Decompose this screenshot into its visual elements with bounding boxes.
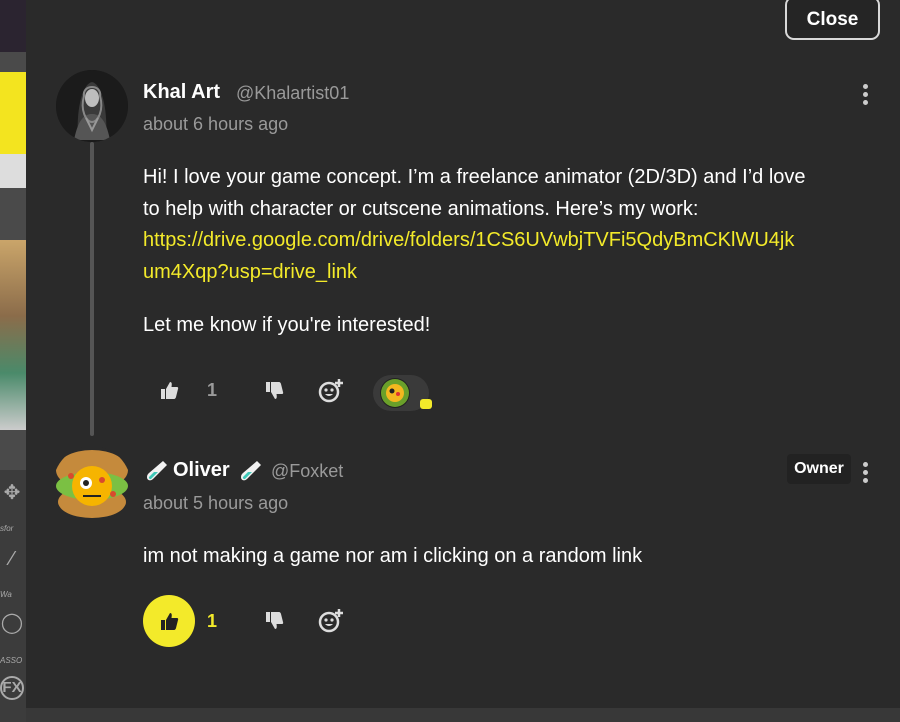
bg-yellow-thumbnail <box>0 72 26 154</box>
tool-label: ASSO <box>0 656 23 665</box>
thumbs-down-icon[interactable] <box>261 608 287 634</box>
lasso-tool-icon: ◯ <box>0 612 24 634</box>
chat-bubble-icon <box>420 399 432 409</box>
comment-line: to help with character or cutscene anima… <box>143 197 699 220</box>
author-handle[interactable]: @Khalartist01 <box>236 83 349 104</box>
wand-tool-icon: ⁄ <box>10 548 14 570</box>
tool-label: sfor <box>0 524 14 533</box>
tool-label: Wa <box>0 590 12 599</box>
comment-body-closing: Let me know if you're interested! <box>143 314 431 336</box>
author-name[interactable]: Khal Art <box>143 81 220 104</box>
bg-gray-block <box>0 154 26 188</box>
more-options-icon[interactable] <box>860 84 870 108</box>
comment-timestamp: about 6 hours ago <box>143 114 289 134</box>
oliver-avatar-image <box>56 450 128 518</box>
comment-body: Hi! I love your game concept. I’m a free… <box>143 162 806 288</box>
test-tube-icon <box>145 459 173 485</box>
move-tool-icon: ✥ <box>3 482 21 504</box>
modal-footer-bar <box>26 708 900 722</box>
more-options-icon[interactable] <box>860 462 870 486</box>
avatar[interactable] <box>56 70 128 142</box>
background-app-strip: ✥ sfor ⁄ Wa ◯ ASSO FX <box>0 0 26 722</box>
thumbs-up-button-active[interactable] <box>143 595 195 647</box>
thumbs-up-icon[interactable] <box>156 377 182 403</box>
khal-art-avatar-image <box>56 70 128 142</box>
thumbs-down-icon[interactable] <box>261 378 287 404</box>
reply-indicator[interactable] <box>373 375 432 411</box>
fx-label: FX <box>2 679 22 696</box>
reply-avatar <box>380 378 410 408</box>
bg-top-block <box>0 0 26 52</box>
like-count: 1 <box>207 611 218 631</box>
add-reaction-icon[interactable] <box>317 607 345 635</box>
comment-body: im not making a game nor am i clicking o… <box>143 545 643 567</box>
bg-toolbar: ✥ sfor ⁄ Wa ◯ ASSO FX <box>0 470 26 722</box>
bg-artwork <box>0 240 26 430</box>
comment-link[interactable]: um4Xqp?usp=drive_link <box>143 257 806 289</box>
author-handle[interactable]: @Foxket <box>271 461 343 482</box>
fx-tool-icon: FX <box>0 676 24 700</box>
comment-timestamp: about 5 hours ago <box>143 493 289 513</box>
avatar[interactable] <box>53 446 131 524</box>
owner-badge: Owner <box>787 454 851 484</box>
test-tube-icon <box>239 459 267 485</box>
like-count: 1 <box>207 380 218 400</box>
thread-line <box>90 142 94 436</box>
author-name[interactable]: Oliver <box>173 459 230 482</box>
comment-line: Hi! I love your game concept. I’m a free… <box>143 166 806 188</box>
thumbs-up-icon <box>156 608 182 634</box>
comment-link[interactable]: https://drive.google.com/drive/folders/1… <box>143 225 806 257</box>
close-button[interactable]: Close <box>785 0 880 40</box>
add-reaction-icon[interactable] <box>317 377 345 405</box>
